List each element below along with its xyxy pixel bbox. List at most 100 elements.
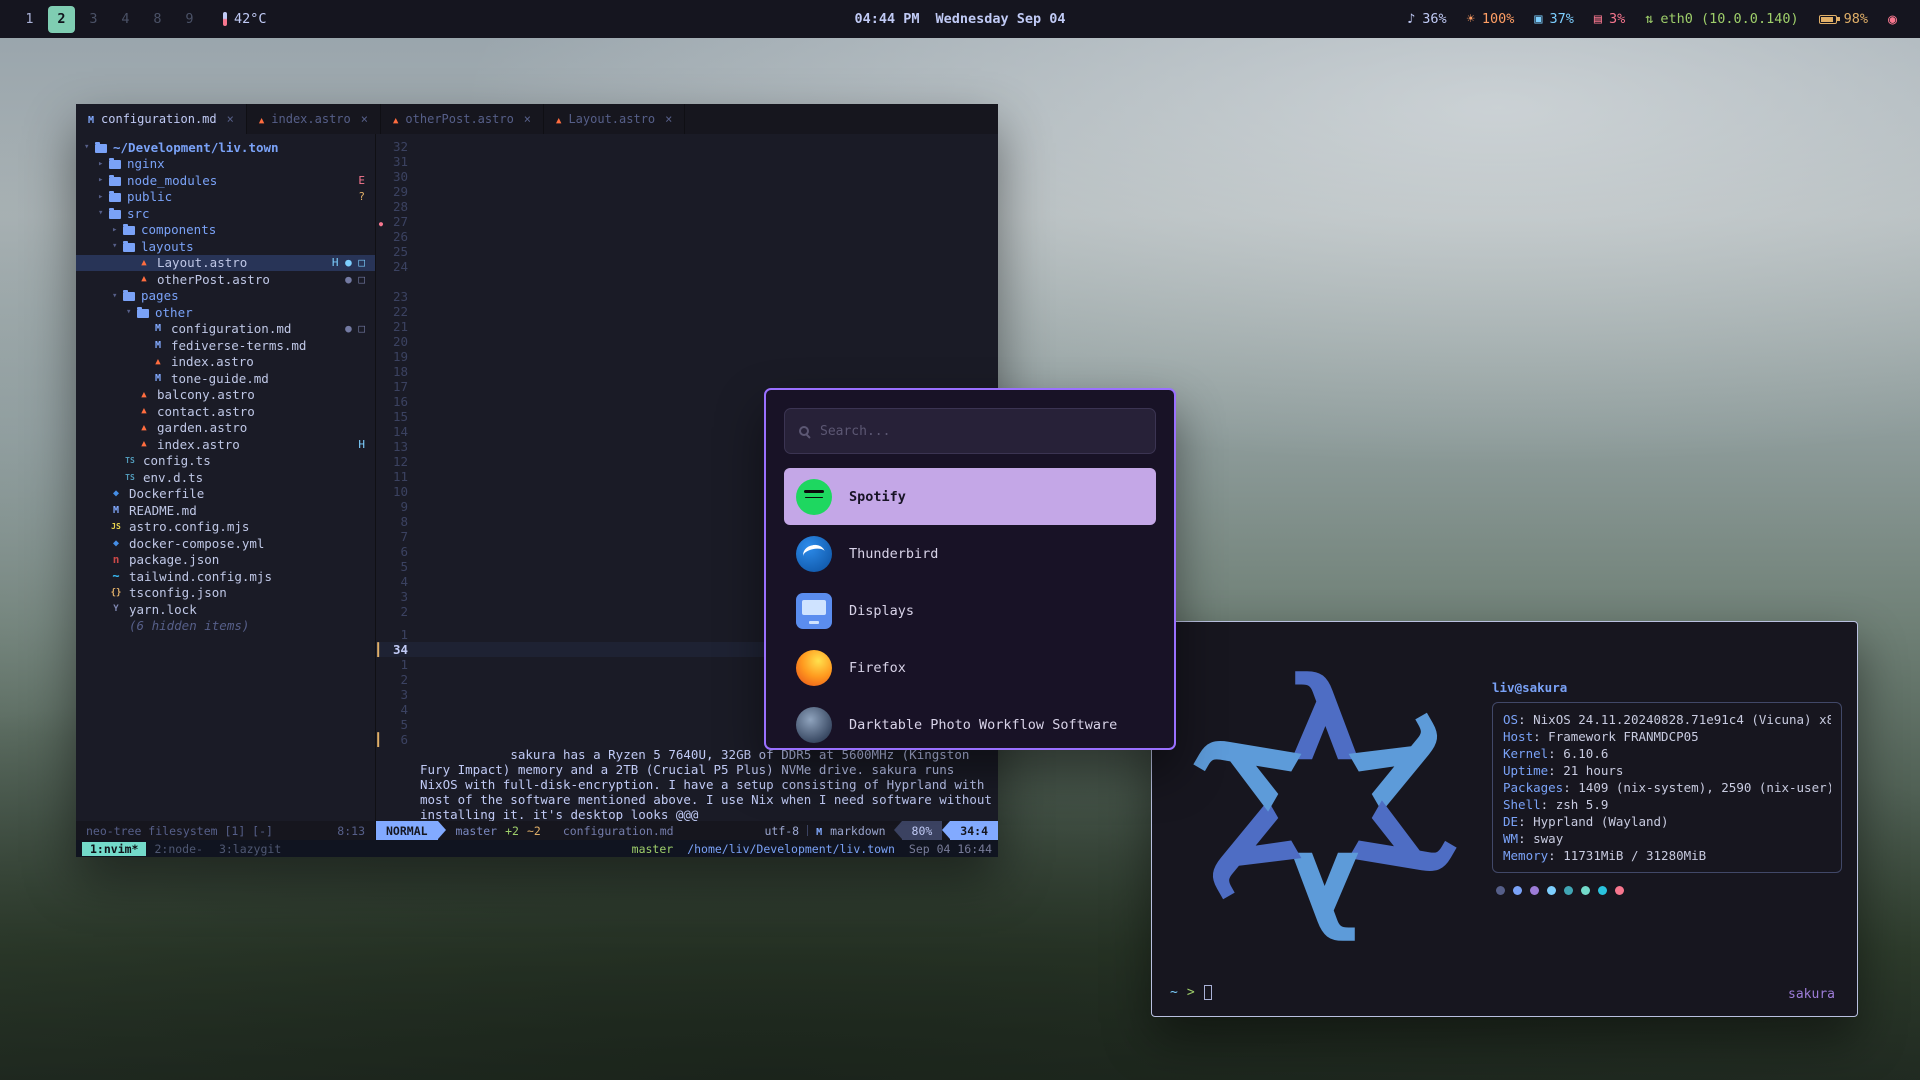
file-tree-item[interactable]: public ? — [76, 189, 375, 206]
file-tree-item[interactable]: other — [76, 304, 375, 321]
terminal-window[interactable]: λ λ λ λ λ λ liv@sakura OSNixOS 24.11.202… — [1151, 621, 1858, 1017]
fetch-key: Uptime — [1503, 763, 1563, 778]
file-tree-item[interactable]: Dockerfile — [76, 486, 375, 503]
power-module[interactable] — [1888, 10, 1904, 28]
launcher-item[interactable]: Thunderbird — [784, 525, 1156, 582]
chevron-icon — [112, 225, 123, 235]
file-name: otherPost.astro — [157, 272, 270, 287]
app-label: Thunderbird — [849, 546, 938, 562]
module-icon — [1888, 10, 1897, 28]
tab-close-icon[interactable]: × — [665, 112, 672, 126]
file-tree-item[interactable]: configuration.md ● □ — [76, 321, 375, 338]
network-module[interactable]: eth0 (10.0.0.140) — [1645, 11, 1798, 27]
fastfetch-output: liv@sakura OSNixOS 24.11.20240828.71e91c… — [1492, 680, 1842, 895]
cpu-module[interactable]: 37% — [1534, 11, 1574, 27]
chevron-icon — [98, 208, 109, 218]
file-tree-item[interactable]: index.astro H — [76, 436, 375, 453]
file-tree-item[interactable]: components — [76, 222, 375, 239]
file-tree-item[interactable]: index.astro — [76, 354, 375, 371]
line-number — [386, 619, 420, 627]
powerline-separator-icon — [438, 821, 446, 839]
workspace-button[interactable]: 8 — [144, 6, 171, 33]
gutter-sign — [376, 657, 386, 672]
line-number: 19 — [386, 349, 420, 364]
file-tree-item[interactable]: tailwind.config.mjs — [76, 568, 375, 585]
file-tree-item[interactable]: fediverse-terms.md — [76, 337, 375, 354]
file-tree-item[interactable]: garden.astro — [76, 420, 375, 437]
file-tree-item[interactable]: Layout.astro H ● □ — [76, 255, 375, 272]
file-icon — [123, 471, 137, 483]
tab-close-icon[interactable]: × — [524, 112, 531, 126]
tmux-window[interactable]: 3:lazygit — [211, 842, 289, 856]
file-tree-item[interactable]: layouts — [76, 238, 375, 255]
launcher-item[interactable]: Spotify — [784, 468, 1156, 525]
brightness-module[interactable]: 100% — [1467, 11, 1515, 27]
file-tree-item[interactable]: pages — [76, 288, 375, 305]
editor-tab[interactable]: configuration.md × — [76, 104, 247, 134]
file-icon — [109, 504, 123, 516]
file-tree-item[interactable]: ~/Development/liv.town — [76, 139, 375, 156]
module-icon — [1645, 11, 1653, 27]
chevron-icon — [112, 241, 123, 251]
workspace-button[interactable]: 3 — [80, 6, 107, 33]
diff-added: +2 — [505, 824, 519, 838]
app-icon — [796, 650, 832, 686]
volume-module[interactable]: 36% — [1407, 11, 1447, 27]
gutter-sign — [376, 514, 386, 529]
editor-tab[interactable]: otherPost.astro × — [381, 104, 544, 134]
workspace-button[interactable]: 9 — [176, 6, 203, 33]
launcher-item[interactable]: Darktable Photo Workflow Software — [784, 696, 1156, 750]
file-name: Dockerfile — [129, 486, 204, 501]
line-number: 30 — [386, 169, 420, 184]
fetch-key: Shell — [1503, 797, 1556, 812]
tab-close-icon[interactable]: × — [361, 112, 368, 126]
fetch-info-box: OSNixOS 24.11.20240828.71e91c4 (Vicuna) … — [1492, 702, 1842, 873]
editor-tab[interactable]: Layout.astro × — [544, 104, 685, 134]
file-tree-item[interactable]: env.d.ts — [76, 469, 375, 486]
battery-module[interactable]: 98% — [1819, 11, 1868, 27]
launcher-item[interactable]: Firefox — [784, 639, 1156, 696]
file-tree-item[interactable]: nginx — [76, 156, 375, 173]
file-tree-item[interactable]: astro.config.mjs — [76, 519, 375, 536]
workspace-button[interactable]: 1 — [16, 6, 43, 33]
file-tree-item[interactable]: yarn.lock — [76, 601, 375, 618]
file-tree-item[interactable]: config.ts — [76, 453, 375, 470]
file-tree-item[interactable]: otherPost.astro ● □ — [76, 271, 375, 288]
line-number: 2 — [386, 604, 420, 619]
gutter-sign — [376, 199, 386, 214]
search-box[interactable] — [784, 408, 1156, 454]
file-tree-item[interactable]: README.md — [76, 502, 375, 519]
separator-icon — [807, 825, 808, 836]
app-icon — [796, 479, 832, 515]
file-tree-item[interactable]: src — [76, 205, 375, 222]
file-tree-item[interactable]: node_modules E — [76, 172, 375, 189]
terminal-cursor — [1204, 985, 1212, 1000]
launcher-item[interactable]: Displays — [784, 582, 1156, 639]
file-icon — [137, 273, 151, 285]
tmux-window[interactable]: 1:nvim* — [82, 842, 146, 856]
file-tree-item[interactable]: tone-guide.md — [76, 370, 375, 387]
file-tree-item[interactable]: contact.astro — [76, 403, 375, 420]
file-tree-item[interactable]: (6 hidden items) — [76, 618, 375, 635]
fetch-info-row: OSNixOS 24.11.20240828.71e91c4 (Vicuna) … — [1503, 711, 1831, 728]
file-name: Layout.astro — [157, 255, 247, 270]
shell-prompt[interactable]: ~ > — [1170, 985, 1212, 1000]
workspace-button[interactable]: 4 — [112, 6, 139, 33]
tab-close-icon[interactable]: × — [227, 112, 234, 126]
fetch-key: Host — [1503, 729, 1548, 744]
module-icon — [1534, 11, 1542, 27]
file-tree-item[interactable]: package.json — [76, 552, 375, 569]
file-name: astro.config.mjs — [129, 519, 249, 534]
file-tree-item[interactable]: tsconfig.json — [76, 585, 375, 602]
memory-module[interactable]: 3% — [1594, 11, 1625, 27]
file-tree-item[interactable]: balcony.astro — [76, 387, 375, 404]
line-number: 21 — [386, 319, 420, 334]
file-tree-item[interactable]: docker-compose.yml — [76, 535, 375, 552]
workspace-button[interactable]: 2 — [48, 6, 75, 33]
search-input[interactable] — [820, 424, 1141, 439]
tmux-window[interactable]: 2:node- — [146, 842, 210, 856]
editor-tab[interactable]: index.astro × — [247, 104, 381, 134]
buffer-line: 19 init system openrc — [376, 349, 998, 364]
fetch-info-row: Shellzsh 5.9 — [1503, 796, 1831, 813]
line-number: 5 — [386, 559, 420, 574]
